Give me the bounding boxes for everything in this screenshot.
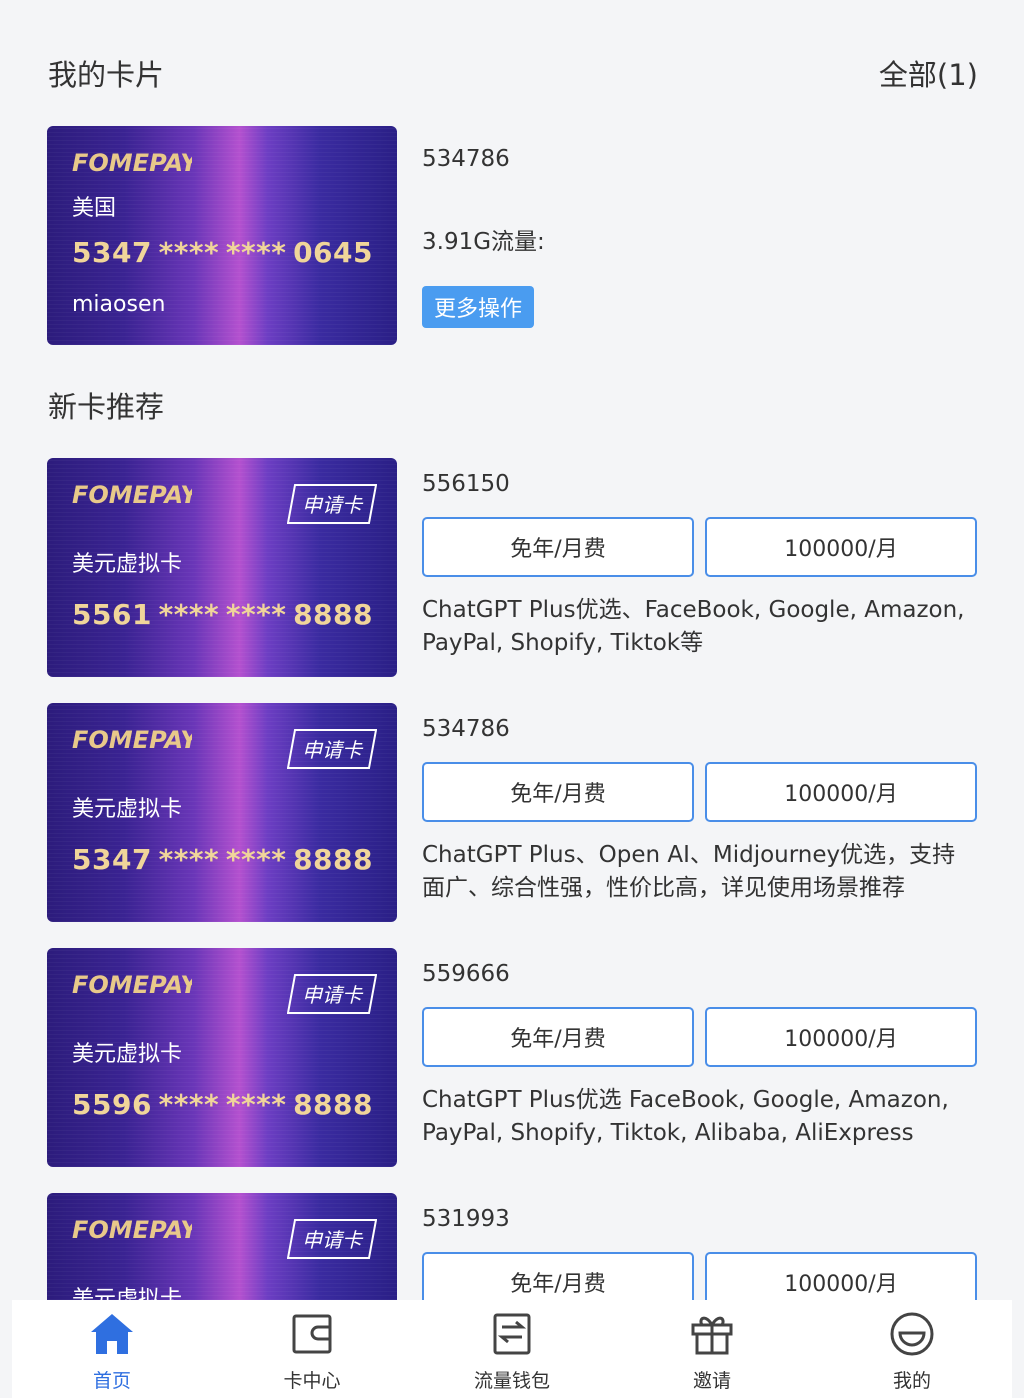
- card-description: ChatGPT Plus优选 FaceBook, Google, Amazon,…: [422, 1087, 949, 1146]
- tab-profile[interactable]: 我的: [812, 1300, 1012, 1398]
- svg-text:申请卡: 申请卡: [302, 493, 364, 517]
- filter-all-button[interactable]: 全部(1): [879, 52, 978, 94]
- card-country: 美国: [72, 196, 117, 221]
- card-bin: 534786: [422, 146, 510, 172]
- limit-button[interactable]: 100000/月: [705, 1007, 977, 1067]
- svg-text:FOMEPAY: FOMEPAY: [72, 1216, 192, 1244]
- recommend-card[interactable]: FOMEPAY 申请卡 美元虚拟卡 5561 **** **** 8888: [47, 458, 397, 677]
- wallet-icon: [493, 1313, 531, 1355]
- svg-text:申请卡: 申请卡: [302, 738, 364, 762]
- card-number: 5561 **** **** 8888: [72, 598, 373, 631]
- fee-button[interactable]: 免年/月费: [422, 1007, 694, 1067]
- card-type: 美元虚拟卡: [72, 1042, 183, 1067]
- svg-text:FOMEPAY: FOMEPAY: [72, 149, 192, 177]
- card-type: 美元虚拟卡: [72, 797, 183, 822]
- card-number: 5347 **** **** 0645: [72, 236, 373, 269]
- card-type: 美元虚拟卡: [72, 552, 183, 577]
- card-holder: miaosen: [72, 292, 166, 317]
- card-number: 5596 **** **** 8888: [72, 1088, 373, 1121]
- card-type: 美元虚拟卡: [72, 1287, 183, 1300]
- my-card[interactable]: FOMEPAY 美国 5347 **** **** 0645 miaosen: [47, 126, 397, 345]
- more-actions-button[interactable]: 更多操作: [422, 286, 535, 328]
- tab-invite[interactable]: 邀请: [612, 1300, 812, 1398]
- gift-icon: [691, 1316, 733, 1355]
- apply-card-button[interactable]: 申请卡: [287, 974, 377, 1014]
- fomepay-logo: FOMEPAY: [72, 726, 192, 754]
- recommend-card[interactable]: FOMEPAY 申请卡 美元虚拟卡: [47, 1193, 397, 1300]
- card-description: ChatGPT Plus、Open AI、Midjourney优选，支持面广、综…: [422, 842, 956, 901]
- card-bin: 531993: [422, 1206, 510, 1232]
- recommend-card[interactable]: FOMEPAY 申请卡 美元虚拟卡 5596 **** **** 8888: [47, 948, 397, 1167]
- recommend-title: 新卡推荐: [48, 390, 165, 424]
- svg-text:FOMEPAY: FOMEPAY: [72, 971, 192, 999]
- fomepay-logo: FOMEPAY: [72, 1216, 192, 1244]
- profile-icon: [890, 1312, 934, 1356]
- apply-card-button[interactable]: 申请卡: [287, 484, 377, 524]
- limit-button[interactable]: 100000/月: [705, 517, 977, 577]
- fee-button[interactable]: 免年/月费: [422, 517, 694, 577]
- tab-traffic-wallet[interactable]: 流量钱包: [412, 1300, 612, 1398]
- fee-button[interactable]: 免年/月费: [422, 1252, 694, 1300]
- fomepay-logo: FOMEPAY: [72, 149, 192, 177]
- card-bin: 534786: [422, 716, 510, 742]
- home-icon: [91, 1314, 133, 1354]
- recommend-info: 534786 免年/月费 100000/月 ChatGPT Plus、Open …: [422, 716, 977, 905]
- limit-button[interactable]: 100000/月: [705, 1252, 977, 1300]
- page-title: 我的卡片: [48, 58, 165, 92]
- tab-home[interactable]: 首页: [12, 1300, 212, 1398]
- recommend-card[interactable]: FOMEPAY 申请卡 美元虚拟卡 5347 **** **** 8888: [47, 703, 397, 922]
- card-number: 5347 **** **** 8888: [72, 843, 373, 876]
- fomepay-logo: FOMEPAY: [72, 971, 192, 999]
- bottom-tab-bar: 首页 卡中心 流量钱包 邀请 我的: [12, 1300, 1012, 1398]
- fomepay-logo: FOMEPAY: [72, 481, 192, 509]
- apply-card-button[interactable]: 申请卡: [287, 1219, 377, 1259]
- svg-text:FOMEPAY: FOMEPAY: [72, 726, 192, 754]
- svg-text:申请卡: 申请卡: [302, 1228, 364, 1252]
- card-bin: 559666: [422, 961, 510, 987]
- tab-card-center[interactable]: 卡中心: [212, 1300, 412, 1398]
- card-center-icon: [292, 1314, 332, 1354]
- limit-button[interactable]: 100000/月: [705, 762, 977, 822]
- svg-text:FOMEPAY: FOMEPAY: [72, 481, 192, 509]
- fee-button[interactable]: 免年/月费: [422, 762, 694, 822]
- svg-text:申请卡: 申请卡: [302, 983, 364, 1007]
- apply-card-button[interactable]: 申请卡: [287, 729, 377, 769]
- recommend-info: 531993 免年/月费 100000/月: [422, 1206, 977, 1300]
- traffic-label: 3.91G流量:: [422, 229, 545, 255]
- recommend-info: 556150 免年/月费 100000/月 ChatGPT Plus优选、Fac…: [422, 471, 977, 660]
- card-bin: 556150: [422, 471, 510, 497]
- card-description: ChatGPT Plus优选、FaceBook, Google, Amazon,…: [422, 597, 965, 656]
- recommend-info: 559666 免年/月费 100000/月 ChatGPT Plus优选 Fac…: [422, 961, 977, 1150]
- page-scroll[interactable]: 我的卡片 全部(1) FOMEPAY 美国 5347 **** **** 0645 m…: [0, 0, 1024, 1300]
